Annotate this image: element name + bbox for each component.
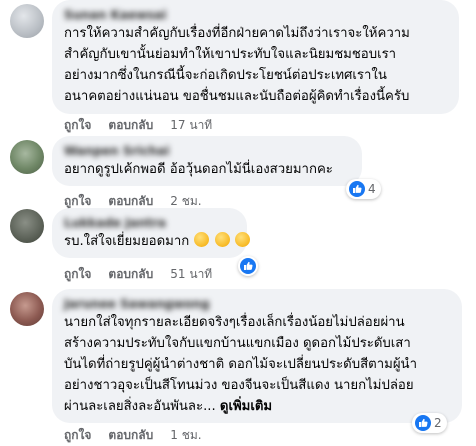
comment-text-line: อย่างมากซึ่งในกรณีนี้จะก่อเกิดประโยชน์ต่… [64, 68, 387, 83]
comment-bubble: Wanpen Srichai อยากดูรูปเค้กพอดี อ้อวุ้น… [52, 136, 362, 186]
comment-author[interactable]: Wanpen Srichai [64, 143, 350, 159]
avatar[interactable] [10, 209, 44, 243]
comment-bubble: Lukkade Jantra รบ.ใส่ใจเยี่ยมยอดมาก [52, 208, 250, 258]
comment-text-line: รบ.ใส่ใจเยี่ยมยอดมาก [64, 231, 250, 252]
comment-actions: ถูกใจ ตอบกลับ 51 นาที [64, 265, 212, 284]
comment-text-line: นายกใส่ใจทุกรายละเอียดจริงๆเรื่องเล็กเรื… [64, 315, 405, 330]
like-button[interactable]: ถูกใจ [64, 426, 91, 445]
clapping-hands-emoji [234, 232, 250, 247]
like-button[interactable]: ถูกใจ [64, 265, 91, 284]
comment-text-line: บันไดที่ถ่ายรูปคู่ผู้นำต่างชาติ ดอกไม้จะ… [64, 357, 417, 372]
reaction-count[interactable]: 4 [346, 179, 381, 199]
comment-author[interactable]: Lukkade Jantra [64, 215, 235, 231]
comment-text-line: อยากดูรูปเค้กพอดี อ้อวุ้นดอกไม้นี่เองสวย… [64, 162, 333, 177]
reply-button[interactable]: ตอบกลับ [108, 116, 153, 135]
reaction-count[interactable]: 2 [412, 413, 447, 433]
comment-bubble: Sunan Kaewsai การให้ความสำคัญกับเรื่องที… [52, 0, 459, 114]
thumbs-up-icon [349, 181, 365, 197]
reply-button[interactable]: ตอบกลับ [108, 265, 153, 284]
comment-timestamp[interactable]: 51 นาที [170, 265, 212, 284]
reaction-count-value: 4 [368, 182, 376, 196]
avatar[interactable] [10, 4, 44, 38]
comment-text: ผ่านละเลยสิ่งละอันพันละ... [64, 399, 216, 414]
comment-timestamp[interactable]: 1 ชม. [170, 426, 201, 445]
avatar[interactable] [10, 292, 44, 326]
see-more-link[interactable]: ดูเพิ่มเติม [220, 399, 272, 414]
comment-text-line: อย่างชาวอุจะเป็นสีโทนม่วง ของจีนจะเป็นสี… [64, 378, 414, 393]
comment-text: รบ.ใส่ใจเยี่ยมยอดมาก [64, 234, 190, 249]
comment-timestamp[interactable]: 17 นาที [170, 116, 212, 135]
thumbs-up-icon [240, 258, 256, 274]
thumbs-up-icon [415, 415, 431, 431]
comment-author[interactable]: Jarunee Sawangwong [64, 296, 450, 312]
reaction-count-value: 2 [434, 416, 442, 430]
comment-actions: ถูกใจ ตอบกลับ 17 นาที [64, 116, 212, 135]
comment-text-line: ผ่านละเลยสิ่งละอันพันละ... ดูเพิ่มเติม [64, 396, 450, 417]
comment-actions: ถูกใจ ตอบกลับ 1 ชม. [64, 426, 202, 445]
comment-text-line: สร้างความประทับใจกับแขกบ้านแขกเมือง ดูดอ… [64, 336, 411, 351]
comment-text-line: สำคัญกับเขานั้นย่อมทำให้เขาประทับใจและนิ… [64, 47, 397, 62]
clapping-hands-emoji [214, 232, 230, 247]
avatar[interactable] [10, 140, 44, 174]
reaction-like[interactable] [238, 256, 258, 276]
comment-author[interactable]: Sunan Kaewsai [64, 7, 447, 23]
clapping-hands-emoji [194, 232, 210, 247]
comment-text-line: การให้ความสำคัญกับเรื่องที่อีกฝ่ายคาดไม่… [64, 26, 410, 41]
comment-text-line: อนาคตอย่างแน่นอน ขอชื่นชมและนับถือต่อผู้… [64, 89, 410, 104]
like-button[interactable]: ถูกใจ [64, 116, 91, 135]
reply-button[interactable]: ตอบกลับ [108, 426, 153, 445]
comment-bubble: Jarunee Sawangwong นายกใส่ใจทุกรายละเอีย… [52, 289, 462, 423]
